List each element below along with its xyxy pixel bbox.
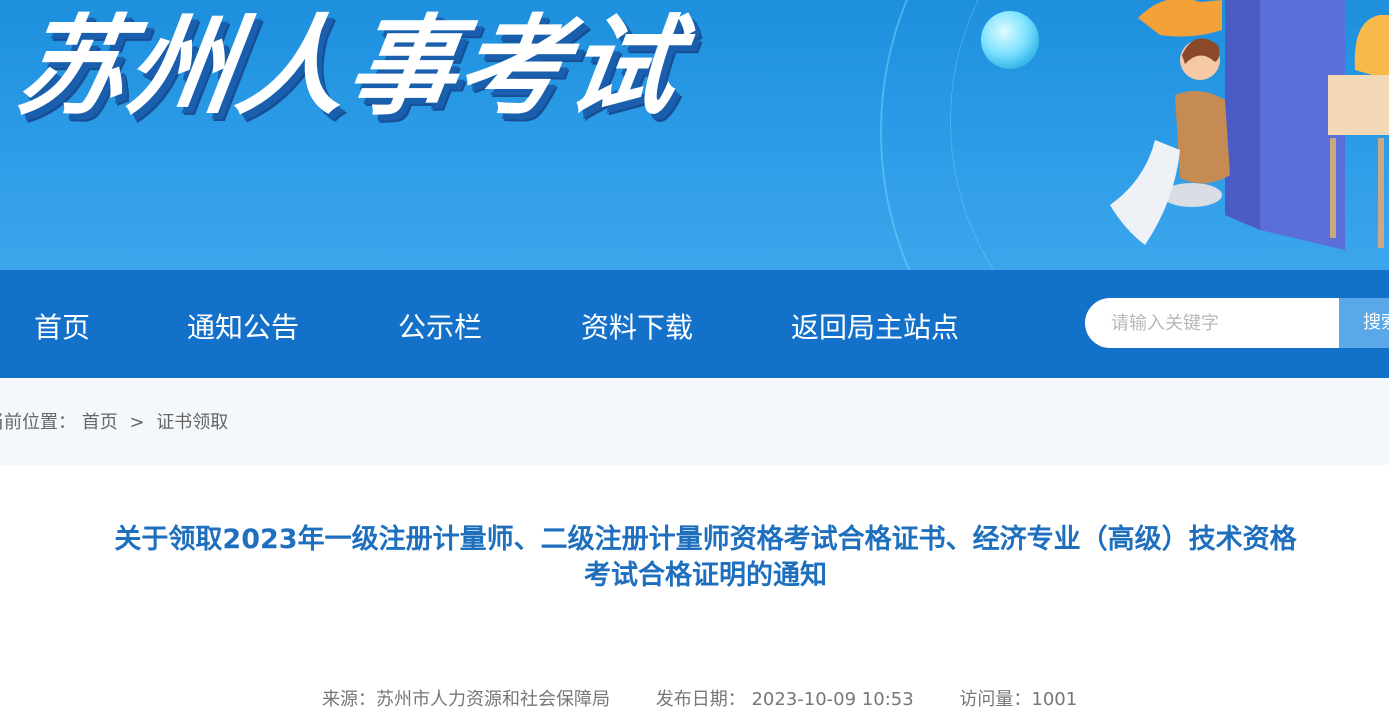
breadcrumb-current[interactable]: 证书领取 xyxy=(156,412,228,433)
breadcrumb-bar: 当前位置： 首页 > 证书领取 xyxy=(0,378,1389,465)
breadcrumb: 当前位置： 首页 > 证书领取 xyxy=(0,378,228,465)
article-title-line-2: 考试合格证明的通知 xyxy=(584,560,827,591)
article-title: 关于领取2023年一级注册计量师、二级注册计量师资格考试合格证书、经济专业（高级… xyxy=(0,522,1389,594)
nav-item-downloads[interactable]: 资料下载 xyxy=(581,270,693,378)
article-title-line-1: 关于领取2023年一级注册计量师、二级注册计量师资格考试合格证书、经济专业（高级… xyxy=(114,524,1297,555)
sphere-decoration xyxy=(981,11,1039,69)
breadcrumb-home-link[interactable]: 首页 xyxy=(82,412,118,433)
nav-item-notices[interactable]: 通知公告 xyxy=(187,270,299,378)
article-views: 访问量：1001 xyxy=(959,689,1078,710)
article-date: 发布日期： 2023-10-09 10:53 xyxy=(655,689,914,710)
article-source: 来源：苏州市人力资源和社会保障局 xyxy=(322,689,610,710)
paper-decoration xyxy=(1110,140,1180,245)
breadcrumb-separator: > xyxy=(129,412,145,433)
nav-item-home[interactable]: 首页 xyxy=(34,270,90,378)
nav-item-main-site[interactable]: 返回局主站点 xyxy=(791,270,959,378)
banner-illustration xyxy=(981,0,1389,250)
header-banner: 苏州人事考试 xyxy=(0,0,1389,270)
search-button[interactable]: 搜索 xyxy=(1339,298,1389,348)
search-input[interactable] xyxy=(1085,298,1345,348)
article-meta: 来源：苏州市人力资源和社会保障局 发布日期： 2023-10-09 10:53 … xyxy=(322,686,1117,714)
nav-item-publicity[interactable]: 公示栏 xyxy=(398,270,482,378)
site-title: 苏州人事考试 xyxy=(9,5,687,130)
breadcrumb-prefix: 当前位置： xyxy=(0,412,76,433)
